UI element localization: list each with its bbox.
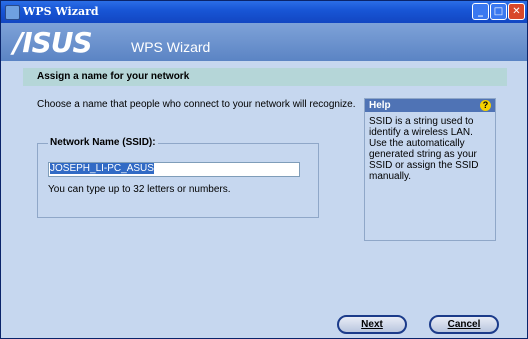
help-title: Help xyxy=(369,100,391,111)
network-name-group: Network Name (SSID): JOSEPH_LI-PC_ASUS Y… xyxy=(37,137,319,218)
help-text: SSID is a string used to identify a wire… xyxy=(369,116,479,182)
wizard-content: Assign a name for your network Choose a … xyxy=(23,64,507,304)
close-button[interactable]: ✕ xyxy=(508,3,525,20)
question-icon: ? xyxy=(480,100,491,111)
section-heading: Assign a name for your network xyxy=(37,71,190,82)
help-header: Help ? xyxy=(365,99,495,112)
network-name-label: Network Name (SSID): xyxy=(48,137,158,148)
app-icon xyxy=(5,5,20,20)
ssid-input[interactable]: JOSEPH_LI-PC_ASUS xyxy=(48,162,300,177)
next-button[interactable]: Next xyxy=(337,315,407,334)
maximize-button[interactable]: □ xyxy=(490,3,507,20)
window-title: WPS Wizard xyxy=(23,5,99,18)
ssid-hint: You can type up to 32 letters or numbers… xyxy=(48,184,231,195)
asus-logo: /ISUS xyxy=(13,26,93,59)
minimize-button[interactable]: _ xyxy=(472,3,489,20)
wizard-header: /ISUS WPS Wizard xyxy=(1,23,527,61)
help-panel: Help ? SSID is a string used to identify… xyxy=(364,98,496,241)
ssid-value: JOSEPH_LI-PC_ASUS xyxy=(50,163,154,174)
prompt-text: Choose a name that people who connect to… xyxy=(37,99,356,110)
title-bar[interactable]: WPS Wizard _ □ ✕ xyxy=(1,1,527,23)
wps-wizard-window: WPS Wizard _ □ ✕ /ISUS WPS Wizard Assign… xyxy=(0,0,528,339)
cancel-button[interactable]: Cancel xyxy=(429,315,499,334)
wizard-title: WPS Wizard xyxy=(131,39,211,55)
section-heading-bar: Assign a name for your network xyxy=(23,68,507,86)
